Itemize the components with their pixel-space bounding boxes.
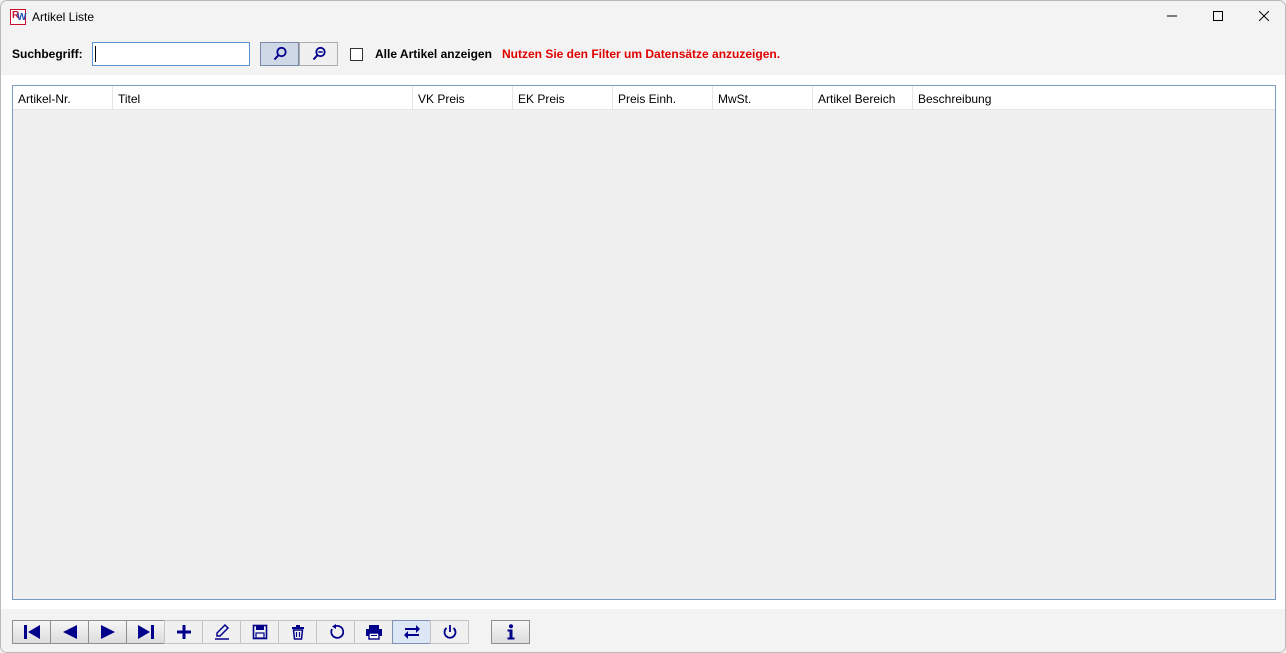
power-icon — [443, 625, 456, 639]
save-button[interactable] — [240, 620, 279, 644]
show-all-checkbox[interactable] — [350, 48, 363, 61]
column-header-ek-preis[interactable]: EK Preis — [513, 86, 613, 110]
article-grid[interactable]: Artikel-Nr. Titel VK Preis EK Preis Prei… — [12, 85, 1276, 600]
title-bar: R W Artikel Liste — [1, 1, 1285, 33]
info-button[interactable] — [491, 620, 530, 644]
minimize-icon — [1167, 15, 1177, 17]
column-header-artikel-nr[interactable]: Artikel-Nr. — [13, 86, 113, 110]
first-record-icon — [23, 625, 40, 639]
refresh-icon — [329, 624, 344, 639]
column-header-artikel-bereich[interactable]: Artikel Bereich — [813, 86, 913, 110]
clear-search-button[interactable] — [299, 42, 338, 66]
edit-button[interactable] — [202, 620, 241, 644]
refresh-button[interactable] — [316, 620, 355, 644]
switch-icon — [403, 625, 420, 639]
add-button[interactable] — [164, 620, 203, 644]
column-header-beschreibung[interactable]: Beschreibung — [913, 86, 1275, 110]
navigation-bar — [1, 609, 1285, 652]
show-all-label[interactable]: Alle Artikel anzeigen — [375, 47, 492, 61]
print-icon — [365, 625, 382, 640]
save-icon — [252, 624, 267, 640]
first-record-button[interactable] — [12, 620, 51, 644]
info-group — [491, 620, 530, 644]
switch-button[interactable] — [392, 620, 431, 644]
column-header-mwst[interactable]: MwSt. — [713, 86, 813, 110]
search-input[interactable] — [92, 42, 250, 66]
previous-record-button[interactable] — [50, 620, 89, 644]
column-header-titel[interactable]: Titel — [113, 86, 413, 110]
column-header-vk-preis[interactable]: VK Preis — [413, 86, 513, 110]
maximize-button[interactable] — [1195, 1, 1241, 31]
filter-hint-text: Nutzen Sie den Filter um Datensätze anzu… — [502, 47, 781, 61]
maximize-icon — [1213, 11, 1223, 21]
window-title: Artikel Liste — [32, 10, 95, 24]
zoom-out-icon — [312, 46, 326, 61]
edit-icon — [214, 624, 229, 640]
next-record-icon — [100, 625, 115, 639]
close-icon — [1259, 11, 1269, 21]
grid-area: Artikel-Nr. Titel VK Preis EK Preis Prei… — [1, 75, 1285, 609]
search-icon — [273, 46, 287, 61]
delete-icon — [291, 625, 304, 640]
close-button[interactable] — [1241, 1, 1285, 31]
add-icon — [176, 625, 191, 639]
app-logo-icon: R W — [10, 9, 26, 25]
logo-letter-w: W — [17, 12, 27, 23]
column-header-preis-einh[interactable]: Preis Einh. — [613, 86, 713, 110]
grid-header: Artikel-Nr. Titel VK Preis EK Preis Prei… — [13, 86, 1275, 110]
search-label: Suchbegriff: — [12, 47, 83, 61]
app-window: R W Artikel Liste Suchbegriff: Alle Arti… — [0, 0, 1286, 653]
search-button[interactable] — [260, 42, 299, 66]
text-caret — [95, 46, 96, 62]
info-icon — [507, 624, 514, 640]
delete-button[interactable] — [278, 620, 317, 644]
print-button[interactable] — [354, 620, 393, 644]
last-record-icon — [137, 625, 154, 639]
close-window-button[interactable] — [430, 620, 469, 644]
next-record-button[interactable] — [88, 620, 127, 644]
last-record-button[interactable] — [126, 620, 165, 644]
previous-record-icon — [62, 625, 77, 639]
filter-toolbar: Suchbegriff: Alle Artikel anzeigen Nutze… — [1, 33, 1285, 75]
minimize-button[interactable] — [1149, 1, 1195, 31]
record-nav-group — [12, 620, 469, 644]
